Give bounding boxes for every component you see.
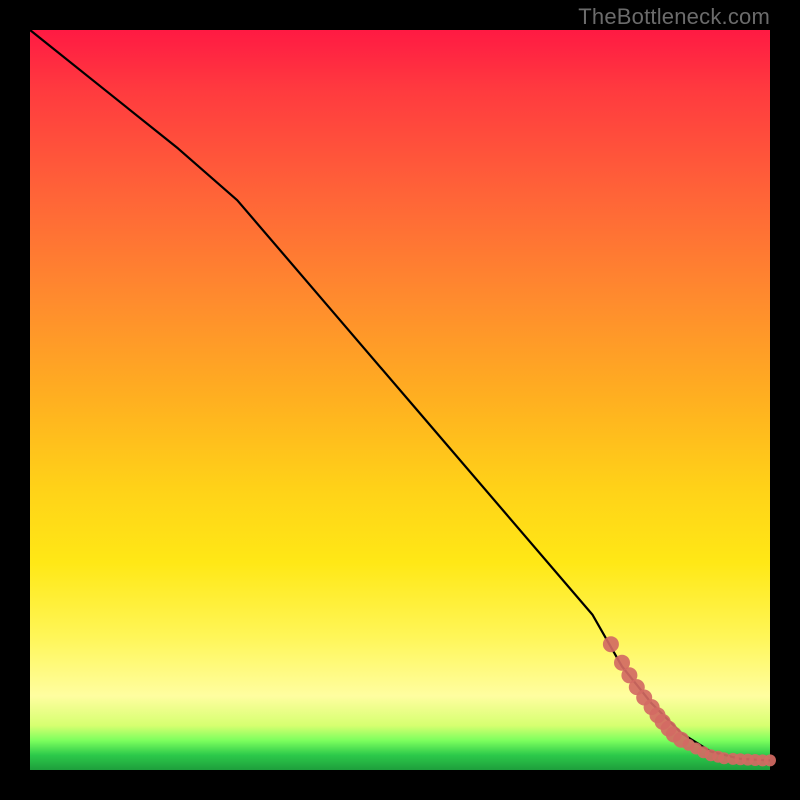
scatter-point — [764, 754, 776, 766]
scatter-points — [603, 636, 776, 766]
chart-frame: TheBottleneck.com — [0, 0, 800, 800]
watermark-text: TheBottleneck.com — [578, 4, 770, 30]
curve-line — [30, 30, 770, 760]
chart-svg — [30, 30, 770, 770]
scatter-point — [603, 636, 619, 652]
